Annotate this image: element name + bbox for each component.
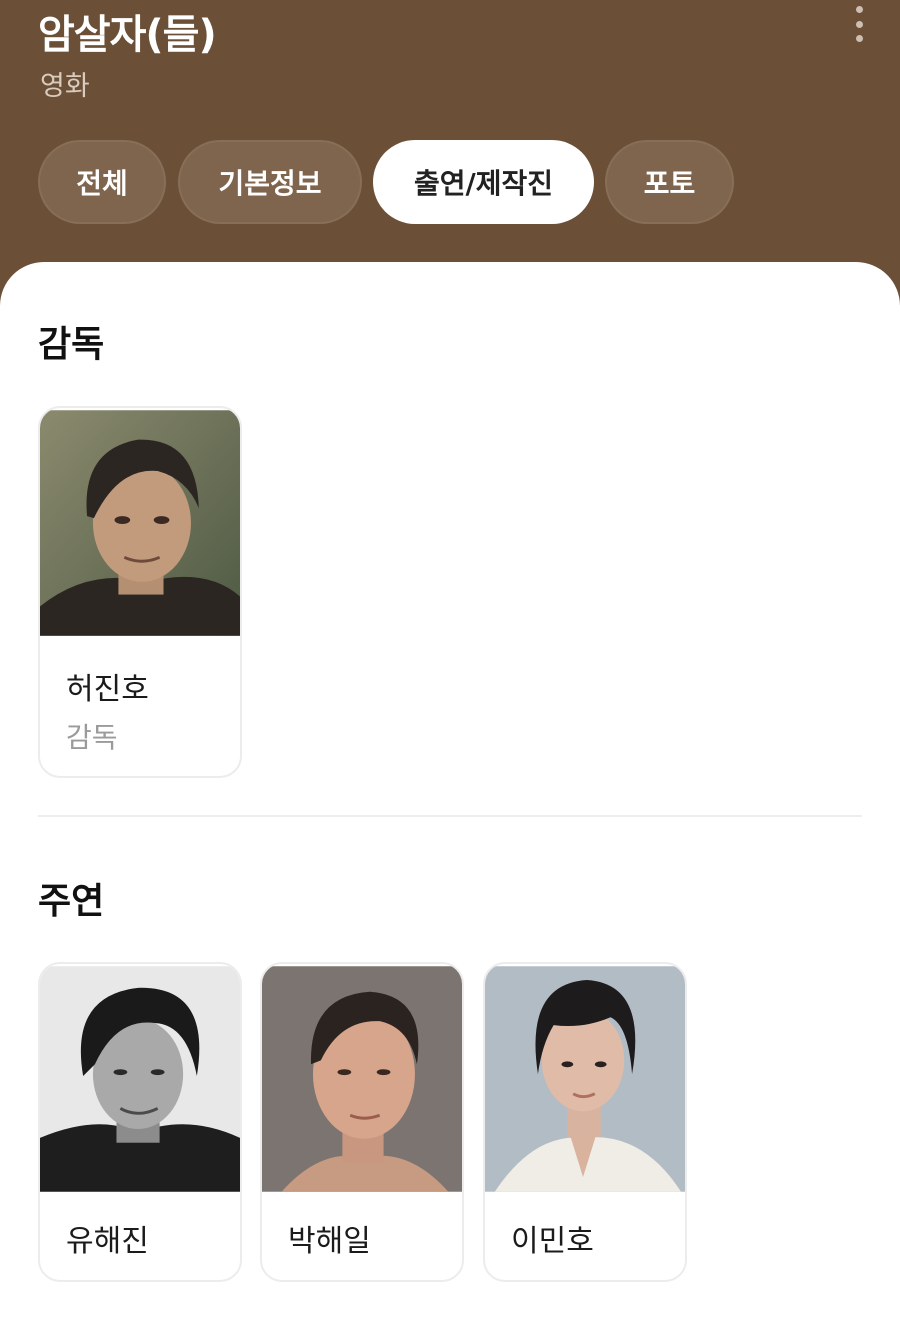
person-card[interactable]: 유해진 (38, 962, 242, 1282)
tab-photo[interactable]: 포토 (605, 140, 734, 224)
tab-cast-crew[interactable]: 출연/제작진 (373, 140, 594, 224)
person-name: 허진호 (66, 672, 149, 707)
tab-basic-info[interactable]: 기본정보 (178, 140, 362, 224)
actor-photo (485, 966, 685, 1192)
page-category: 영화 (40, 71, 90, 102)
person-card[interactable]: 이민호 (483, 962, 687, 1282)
person-card[interactable]: 박해일 (260, 962, 464, 1282)
actor-photo (262, 966, 462, 1192)
section-title-lead-cast: 주연 (38, 881, 105, 922)
page-title: 암살자(들) (38, 12, 217, 58)
director-photo (40, 410, 240, 636)
person-role: 감독 (66, 721, 118, 754)
person-name: 박해일 (288, 1224, 371, 1259)
tab-all[interactable]: 전체 (38, 140, 166, 224)
section-title-director: 감독 (38, 324, 105, 365)
person-name: 유해진 (66, 1224, 149, 1259)
section-divider (38, 815, 862, 817)
person-card[interactable]: 허진호 감독 (38, 406, 242, 778)
app-header: 암살자(들) 영화 전체 기본정보 출연/제작진 포토 (0, 0, 900, 290)
more-options-icon[interactable] (848, 6, 870, 42)
person-name: 이민호 (511, 1224, 594, 1259)
actor-photo (40, 966, 240, 1192)
